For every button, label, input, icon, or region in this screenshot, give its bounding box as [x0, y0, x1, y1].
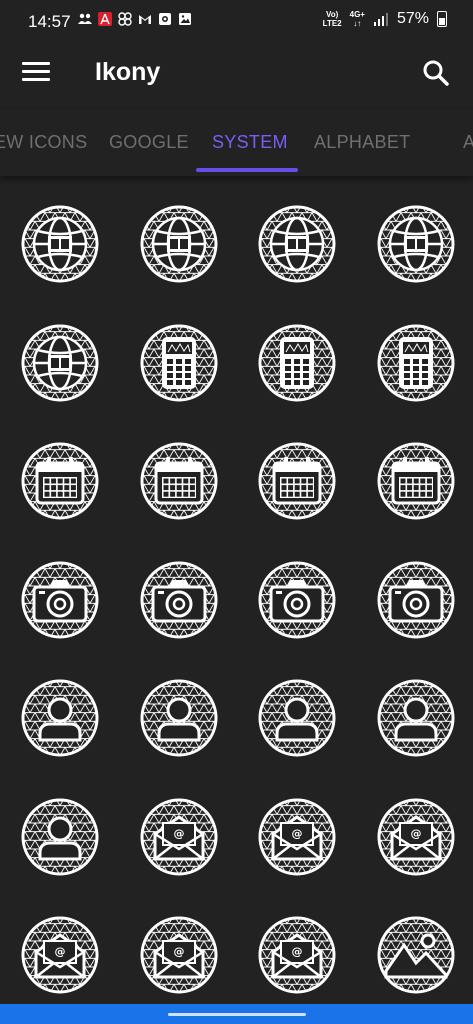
contact-icon[interactable]	[257, 678, 337, 758]
contact-icon	[377, 679, 455, 757]
globe-icon[interactable]	[20, 204, 100, 284]
calculator-icon	[377, 324, 455, 401]
contact-icon	[140, 679, 218, 757]
tab-google[interactable]: GOOGLE	[109, 132, 189, 153]
svg-text:@: @	[174, 945, 185, 958]
gallery-icon[interactable]	[376, 915, 456, 995]
calendar-icon[interactable]	[139, 441, 219, 521]
email-icon: @	[258, 916, 336, 994]
svg-text:@: @	[292, 945, 303, 958]
navigation-bar	[0, 1004, 473, 1024]
pinwheel-icon	[118, 12, 132, 26]
email-icon: @	[21, 916, 99, 994]
people-icon	[78, 13, 92, 24]
camera-icon[interactable]	[139, 560, 219, 640]
email-icon[interactable]: @	[257, 797, 337, 877]
email-icon: @	[140, 916, 218, 994]
calculator-icon[interactable]	[139, 323, 219, 403]
camera-icon	[258, 561, 336, 638]
svg-text:@: @	[292, 827, 303, 840]
globe-icon	[377, 205, 455, 283]
home-handle[interactable]	[168, 1013, 306, 1016]
contact-icon	[21, 679, 99, 757]
icon-grid: @ @ @ @ @ @	[0, 186, 473, 1002]
camera-icon	[377, 561, 455, 638]
globe-icon[interactable]	[20, 323, 100, 403]
camera-icon	[21, 561, 99, 638]
calendar-icon[interactable]	[376, 441, 456, 521]
svg-text:@: @	[55, 945, 66, 958]
camera-icon	[140, 561, 218, 638]
calculator-icon	[258, 324, 336, 401]
system-status: Vo) LTE2 4G+ ↓↑ 57%	[323, 10, 447, 28]
battery-icon	[437, 11, 447, 27]
status-time: 14:57	[28, 12, 71, 31]
calendar-icon[interactable]	[257, 441, 337, 521]
hamburger-menu-icon[interactable]	[22, 62, 50, 84]
notification-icons	[78, 12, 192, 26]
contact-icon[interactable]	[139, 678, 219, 758]
email-icon[interactable]: @	[139, 797, 219, 877]
volte-indicator: Vo) LTE2	[322, 10, 342, 28]
calculator-icon	[140, 324, 218, 401]
contact-icon[interactable]	[376, 678, 456, 758]
contact-icon	[258, 679, 336, 757]
svg-text:@: @	[411, 827, 422, 840]
email-icon: @	[140, 798, 218, 875]
email-icon[interactable]: @	[376, 797, 456, 877]
camera-box-icon	[159, 13, 171, 25]
tab-next[interactable]: A	[463, 132, 473, 153]
tab-new-icons[interactable]: EW ICONS	[0, 132, 87, 153]
calculator-icon[interactable]	[257, 323, 337, 403]
camera-icon[interactable]	[376, 560, 456, 640]
gallery-icon	[377, 916, 455, 994]
camera-icon[interactable]	[257, 560, 337, 640]
email-icon[interactable]: @	[257, 915, 337, 995]
contact-icon[interactable]	[20, 797, 100, 877]
status-bar: 14:57 Vo) LTE2 4G+ ↓↑ 57%	[0, 0, 473, 44]
globe-icon	[21, 324, 99, 401]
email-icon: @	[377, 798, 455, 875]
email-icon: @	[258, 798, 336, 875]
globe-icon[interactable]	[139, 204, 219, 284]
gmail-icon	[139, 15, 151, 24]
globe-icon	[21, 205, 99, 283]
signal-icon	[373, 13, 388, 26]
search-icon[interactable]	[421, 58, 451, 88]
globe-icon	[140, 205, 218, 283]
category-tabs: EW ICONS GOOGLE SYSTEM ALPHABET A	[0, 110, 473, 176]
page-title: Ikony	[95, 58, 161, 86]
globe-icon[interactable]	[376, 204, 456, 284]
globe-icon	[258, 205, 336, 283]
globe-icon[interactable]	[257, 204, 337, 284]
email-icon[interactable]: @	[20, 915, 100, 995]
app-bar: Ikony	[0, 44, 473, 106]
calendar-icon	[140, 442, 218, 520]
email-icon[interactable]: @	[139, 915, 219, 995]
calendar-icon	[258, 442, 336, 520]
tab-alphabet[interactable]: ALPHABET	[314, 132, 410, 153]
svg-text:@: @	[174, 827, 185, 840]
tab-indicator	[196, 168, 298, 172]
contact-icon	[21, 798, 99, 875]
calendar-icon[interactable]	[20, 441, 100, 521]
contact-icon[interactable]	[20, 678, 100, 758]
gallery-icon	[179, 13, 191, 25]
battery-level: 57%	[396, 10, 429, 27]
calendar-icon	[21, 442, 99, 520]
calculator-icon[interactable]	[376, 323, 456, 403]
data-indicator: 4G+ ↓↑	[349, 10, 365, 28]
acrobat-icon	[98, 12, 112, 26]
tab-system[interactable]: SYSTEM	[212, 132, 288, 153]
calendar-icon	[377, 442, 455, 520]
camera-icon[interactable]	[20, 560, 100, 640]
